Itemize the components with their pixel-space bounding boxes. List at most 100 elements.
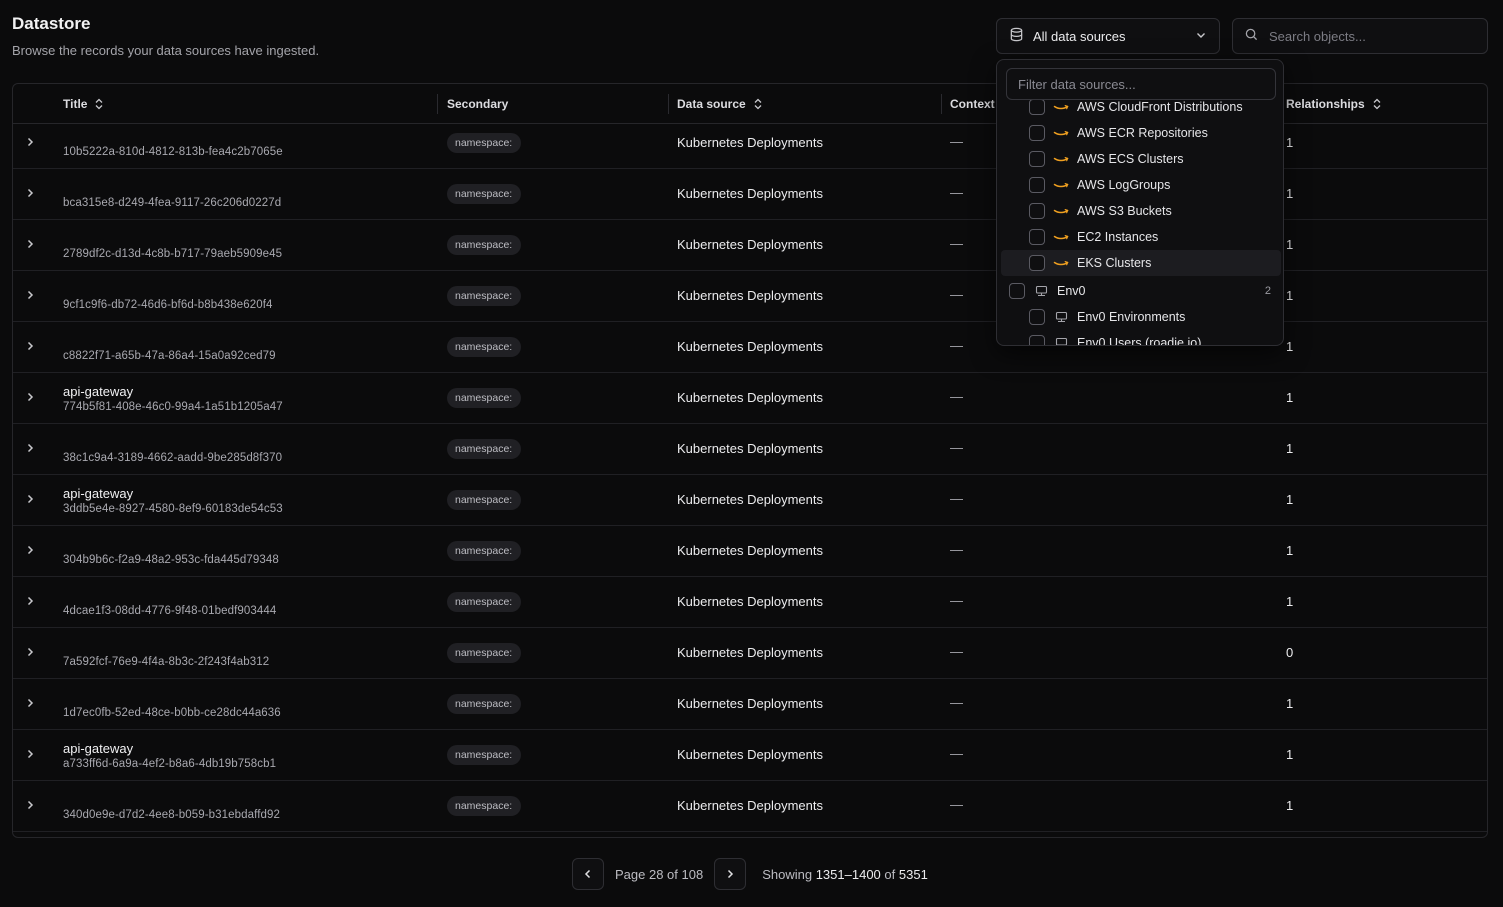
chevron-down-icon (1195, 29, 1207, 44)
server-icon (1053, 310, 1069, 324)
table-row[interactable]: api-gateway 774b5f81-408e-46c0-99a4-1a51b… (13, 373, 1487, 424)
namespace-label: namespace: (455, 239, 513, 251)
namespace-badge: namespace: (447, 745, 521, 765)
row-relationships: 1 (1286, 492, 1294, 507)
data-source-option[interactable]: EKS Clusters (1001, 250, 1281, 276)
sort-icon (754, 98, 762, 110)
row-relationships: 1 (1286, 339, 1294, 354)
row-id: 9cf1c9f6-db72-46d6-bf6d-b8b438e620f4 (63, 299, 273, 311)
table-row[interactable]: 4dcae1f3-08dd-4776-9f48-01bedf903444 name… (13, 577, 1487, 628)
data-source-option[interactable]: Env0 2 (1001, 278, 1281, 304)
namespace-label: namespace: (455, 647, 513, 659)
row-data-source: Kubernetes Deployments (677, 339, 823, 354)
namespace-badge: namespace: (447, 694, 521, 714)
data-source-option[interactable]: Env0 Users (roadie.io) (1001, 330, 1281, 345)
namespace-badge: namespace: (447, 439, 521, 459)
expand-chevron-icon[interactable] (23, 645, 37, 659)
data-source-option[interactable]: AWS LogGroups (1001, 172, 1281, 198)
data-source-option[interactable]: AWS CloudFront Distributions (1001, 100, 1281, 120)
row-relationships: 0 (1286, 645, 1294, 660)
row-data-source: Kubernetes Deployments (677, 798, 823, 813)
table-row[interactable]: 340d0e9e-d7d2-4ee8-b059-b31ebdaffd92 name… (13, 781, 1487, 832)
page-title: Datastore (12, 14, 91, 33)
row-data-source: Kubernetes Deployments (677, 186, 823, 201)
data-source-option-label: Env0 Users (roadie.io) (1077, 336, 1202, 345)
checkbox[interactable] (1029, 203, 1045, 219)
row-title: api-gateway (63, 741, 134, 756)
checkbox[interactable] (1029, 100, 1045, 115)
table-row[interactable]: 38c1c9a4-3189-4662-aadd-9be285d8f370 name… (13, 424, 1487, 475)
data-source-count: 2 (1264, 285, 1271, 297)
search-field[interactable] (1232, 18, 1488, 54)
data-source-dropdown: AWS CloudFront Distributions AWS ECR Repo… (996, 59, 1284, 346)
expand-chevron-icon[interactable] (23, 492, 37, 506)
row-relationships: 1 (1286, 237, 1294, 252)
data-source-select[interactable]: All data sources (996, 18, 1220, 54)
row-context: — (950, 185, 963, 200)
aws-icon (1053, 126, 1069, 140)
table-row[interactable]: api-gateway a733ff6d-6a9a-4ef2-b8a6-4db19… (13, 730, 1487, 781)
expand-chevron-icon[interactable] (23, 441, 37, 455)
expand-chevron-icon[interactable] (23, 390, 37, 404)
row-id: 4dcae1f3-08dd-4776-9f48-01bedf903444 (63, 605, 277, 617)
namespace-badge: namespace: (447, 388, 521, 408)
table-row[interactable]: api-gateway 3ddb5e4e-8927-4580-8ef9-60183… (13, 475, 1487, 526)
checkbox[interactable] (1029, 177, 1045, 193)
aws-icon (1053, 178, 1069, 192)
row-data-source: Kubernetes Deployments (677, 543, 823, 558)
expand-chevron-icon[interactable] (23, 186, 37, 200)
expand-chevron-icon[interactable] (23, 288, 37, 302)
row-relationships: 1 (1286, 543, 1294, 558)
page-subtitle: Browse the records your data sources hav… (12, 43, 320, 58)
data-source-option[interactable]: AWS S3 Buckets (1001, 198, 1281, 224)
previous-page-button[interactable] (572, 858, 604, 890)
expand-chevron-icon[interactable] (23, 237, 37, 251)
namespace-label: namespace: (455, 494, 513, 506)
expand-chevron-icon[interactable] (23, 135, 37, 149)
namespace-label: namespace: (455, 545, 513, 557)
expand-chevron-icon[interactable] (23, 543, 37, 557)
row-data-source: Kubernetes Deployments (677, 747, 823, 762)
table-row[interactable]: 1d7ec0fb-52ed-48ce-b0bb-ce28dc44a636 name… (13, 679, 1487, 730)
page-indicator: Page 28 of 108 (615, 866, 704, 882)
data-source-option-label: EKS Clusters (1077, 256, 1152, 270)
table-row[interactable]: 7a592fcf-76e9-4f4a-8b3c-2f243f4ab312 name… (13, 628, 1487, 679)
search-input[interactable] (1269, 28, 1475, 44)
checkbox[interactable] (1029, 309, 1045, 325)
table-row[interactable]: 304b9b6c-f2a9-48a2-953c-fda445d79348 name… (13, 526, 1487, 577)
filter-data-sources-input[interactable] (1006, 68, 1276, 100)
row-data-source: Kubernetes Deployments (677, 237, 823, 252)
namespace-label: namespace: (455, 749, 513, 761)
checkbox[interactable] (1029, 125, 1045, 141)
namespace-badge: namespace: (447, 592, 521, 612)
expand-chevron-icon[interactable] (23, 747, 37, 761)
namespace-label: namespace: (455, 188, 513, 200)
aws-icon (1053, 100, 1069, 114)
column-secondary-label: Secondary (447, 97, 509, 111)
row-relationships: 1 (1286, 696, 1294, 711)
data-source-option[interactable]: AWS ECS Clusters (1001, 146, 1281, 172)
next-page-button[interactable] (714, 858, 747, 890)
row-data-source: Kubernetes Deployments (677, 390, 823, 405)
row-title: api-gateway (63, 384, 134, 399)
checkbox[interactable] (1029, 229, 1045, 245)
data-source-option[interactable]: AWS ECR Repositories (1001, 120, 1281, 146)
checkbox[interactable] (1029, 255, 1045, 271)
checkbox[interactable] (1029, 151, 1045, 167)
expand-chevron-icon[interactable] (23, 594, 37, 608)
namespace-badge: namespace: (447, 796, 521, 816)
checkbox[interactable] (1029, 335, 1045, 345)
expand-chevron-icon[interactable] (23, 339, 37, 353)
expand-chevron-icon[interactable] (23, 696, 37, 710)
namespace-label: namespace: (455, 596, 513, 608)
sort-icon (1373, 98, 1381, 110)
expand-chevron-icon[interactable] (23, 798, 37, 812)
namespace-label: namespace: (455, 800, 513, 812)
data-source-option[interactable]: EC2 Instances (1001, 224, 1281, 250)
checkbox[interactable] (1009, 283, 1025, 299)
row-context: — (950, 695, 963, 710)
results-count: Showing 1351–1400 of 5351 (762, 867, 928, 882)
showing-range: 1351–1400 (815, 866, 881, 882)
data-source-option[interactable]: Env0 Environments (1001, 304, 1281, 330)
row-data-source: Kubernetes Deployments (677, 645, 823, 660)
